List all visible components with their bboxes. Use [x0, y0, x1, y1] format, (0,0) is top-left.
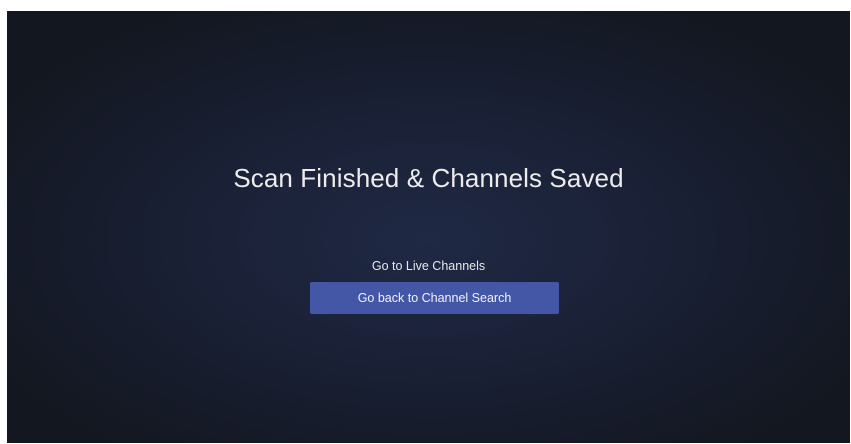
page-title: Scan Finished & Channels Saved — [233, 163, 624, 193]
go-back-to-channel-search-button[interactable]: Go back to Channel Search — [310, 282, 559, 314]
go-to-live-channels-label: Go to Live Channels — [371, 259, 486, 273]
go-to-live-channels-button[interactable]: Go to Live Channels — [7, 258, 850, 274]
go-back-to-channel-search-label: Go back to Channel Search — [357, 291, 512, 305]
tv-screen: Scan Finished & Channels Saved Go to Liv… — [7, 11, 850, 443]
